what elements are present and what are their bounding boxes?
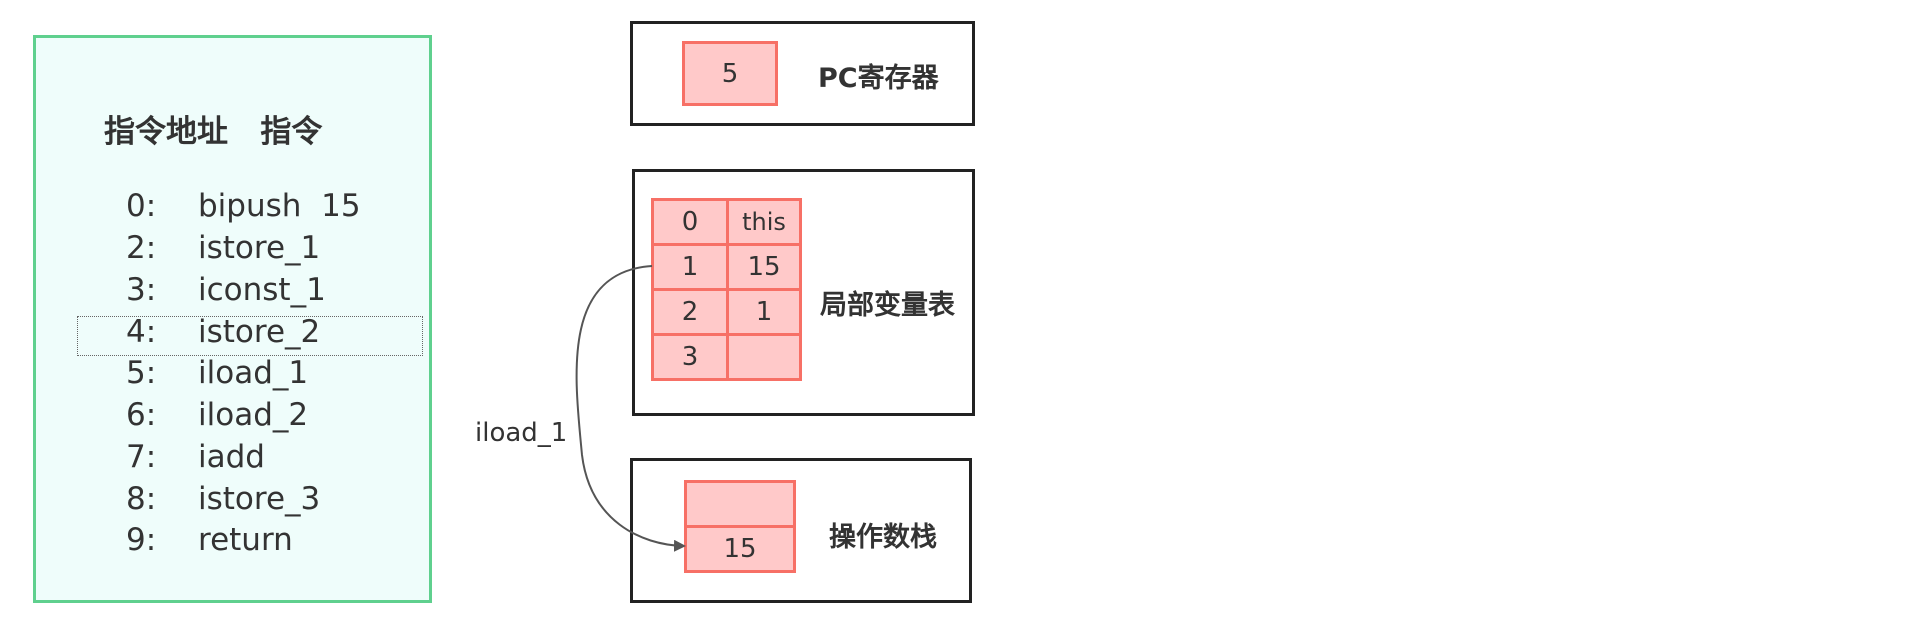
iload-arrow-label: iload_1	[475, 418, 568, 448]
iload-arrow	[575, 265, 686, 552]
iload-arrow-path	[575, 265, 686, 552]
